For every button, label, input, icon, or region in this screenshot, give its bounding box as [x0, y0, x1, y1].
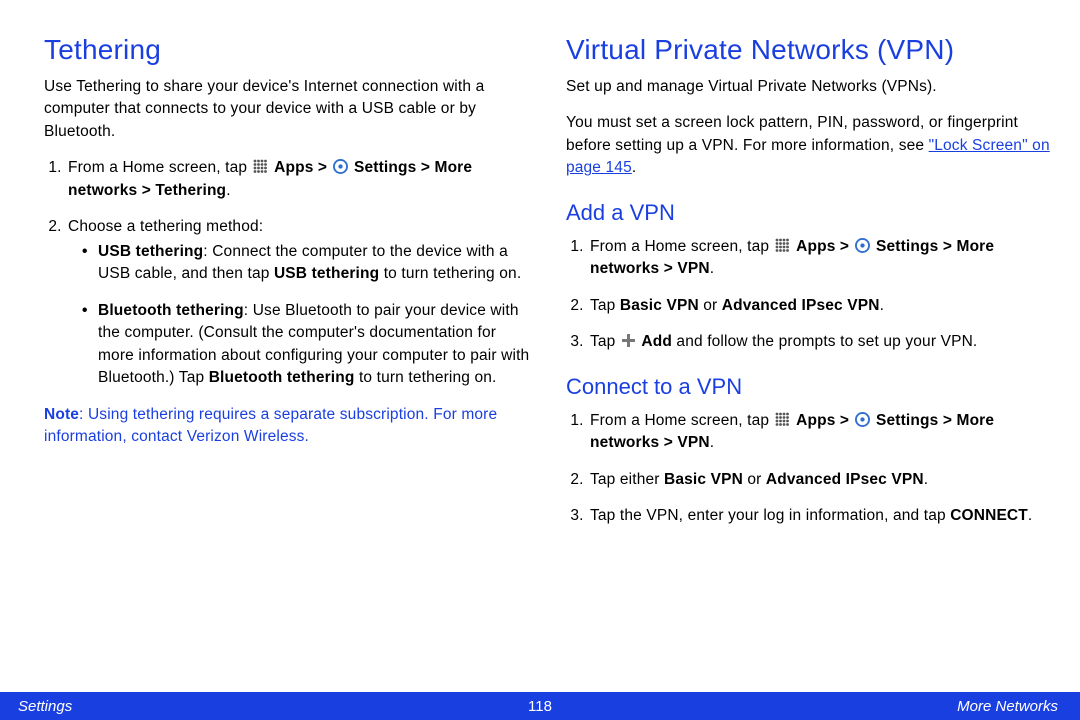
heading-add-vpn: Add a VPN	[566, 200, 1052, 226]
connect-vpn-step-2: Tap either Basic VPN or Advanced IPsec V…	[588, 469, 1052, 491]
method-bluetooth: Bluetooth tethering: Use Bluetooth to pa…	[82, 300, 530, 390]
tethering-step-1: From a Home screen, tap Apps > Settings …	[66, 157, 530, 202]
tethering-note: Note: Using tethering requires a separat…	[44, 404, 530, 449]
add-vpn-step-1: From a Home screen, tap Apps > Settings …	[588, 236, 1052, 281]
manual-page: Tethering Use Tethering to share your de…	[0, 0, 1080, 720]
footer-section-left: Settings	[18, 698, 72, 715]
apps-grid-icon	[253, 159, 268, 174]
method-usb: USB tethering: Connect the computer to t…	[82, 241, 530, 286]
plus-icon	[622, 334, 635, 347]
tethering-intro: Use Tethering to share your device's Int…	[44, 76, 530, 143]
gear-icon	[855, 238, 870, 253]
footer-section-right: More Networks	[957, 698, 1058, 715]
heading-tethering: Tethering	[44, 34, 530, 66]
tethering-methods: USB tethering: Connect the computer to t…	[68, 241, 530, 390]
connect-vpn-step-3: Tap the VPN, enter your log in informati…	[588, 505, 1052, 527]
add-vpn-step-2: Tap Basic VPN or Advanced IPsec VPN.	[588, 295, 1052, 317]
heading-vpn: Virtual Private Networks (VPN)	[566, 34, 1052, 66]
gear-icon	[333, 159, 348, 174]
gear-icon	[855, 412, 870, 427]
vpn-intro-1: Set up and manage Virtual Private Networ…	[566, 76, 1052, 98]
tethering-step-2: Choose a tethering method: USB tethering…	[66, 216, 530, 389]
heading-connect-vpn: Connect to a VPN	[566, 374, 1052, 400]
add-vpn-step-3: Tap Add and follow the prompts to set up…	[588, 331, 1052, 353]
apps-grid-icon	[775, 238, 790, 253]
add-vpn-steps: From a Home screen, tap Apps > Settings …	[566, 236, 1052, 354]
column-vpn: Virtual Private Networks (VPN) Set up an…	[566, 34, 1058, 542]
tethering-steps: From a Home screen, tap Apps > Settings …	[44, 157, 530, 389]
column-tethering: Tethering Use Tethering to share your de…	[44, 34, 530, 542]
apps-grid-icon	[775, 412, 790, 427]
connect-vpn-steps: From a Home screen, tap Apps > Settings …	[566, 410, 1052, 528]
page-number: 118	[528, 698, 552, 715]
vpn-intro-2: You must set a screen lock pattern, PIN,…	[566, 112, 1052, 179]
page-footer: Settings 118 More Networks	[0, 692, 1080, 720]
connect-vpn-step-1: From a Home screen, tap Apps > Settings …	[588, 410, 1052, 455]
